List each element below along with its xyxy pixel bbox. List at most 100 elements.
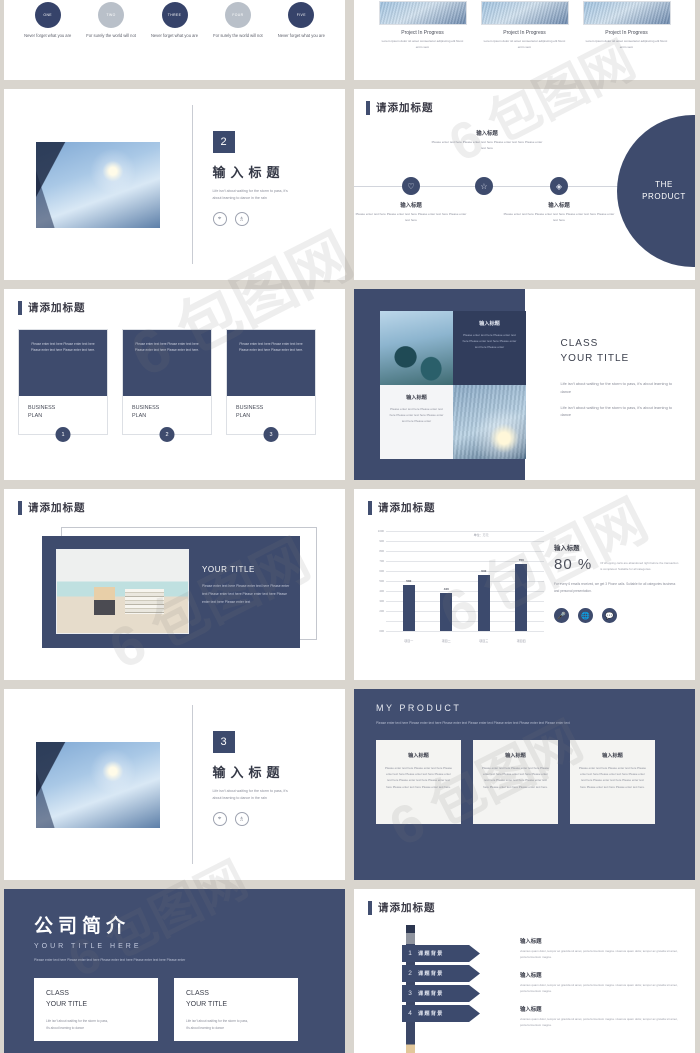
business-card-label-1: BUSINESS [28, 405, 56, 411]
company-card-line-2: YOUR TITLE [186, 1000, 228, 1008]
section-text-area: 2 输入标题 Life isn't about waiting for the … [193, 89, 345, 280]
business-card-row: Please enter text here Please enter text… [18, 329, 345, 442]
business-layout: 请添加标题 Please enter text here Please ente… [4, 289, 345, 442]
company-card-row: CLASS YOUR TITLE Life isn't about waitin… [34, 978, 345, 1042]
project-card[interactable]: Project In Progress Lorem ipsum dolor si… [378, 1, 467, 50]
circle-item[interactable]: TWO For surely the world will not [85, 2, 136, 40]
project-card[interactable]: Project In Progress Lorem ipsum dolor si… [582, 1, 671, 50]
chart-percent-row: 80 % Of shopping carts are abandoned rig… [554, 556, 681, 573]
myproduct-card[interactable]: 输入标题 Please enter text here Please enter… [570, 740, 655, 825]
section-line-2: about learning to dance in the rain [212, 796, 267, 801]
quad-grid: 输入标题 Please enter text here Please enter… [380, 311, 526, 459]
section-icon-row: ⌖ ♗ [212, 212, 345, 227]
circle-badge-label: ONE [43, 13, 52, 17]
slide-thumbnail-my-product[interactable]: MY PRODUCT Please enter text here Please… [354, 689, 695, 880]
circle-badge-label: THREE [167, 13, 182, 17]
company-card-body-2: it's about learning to dance [186, 1025, 224, 1030]
myproduct-lead: Please enter text here Please enter text… [376, 721, 570, 725]
slide-thumbnail-quad[interactable]: 输入标题 Please enter text here Please enter… [354, 289, 695, 480]
slide-thumbnail-circles[interactable]: ONE Never forget what you are TWO For su… [4, 0, 345, 80]
circle-item[interactable]: THREE Never forget what you are [149, 2, 200, 40]
section-number: 2 [212, 131, 235, 153]
quad-title: CLASS YOUR TITLE [561, 337, 674, 366]
myproduct-card[interactable]: 输入标题 Please enter text here Please enter… [473, 740, 558, 825]
y-tick-label: 1000 [377, 529, 384, 533]
bar-chart: 单位：万元 1000 900 800 700 600 500 400 300 2… [368, 527, 544, 647]
business-card[interactable]: Please enter text here Please enter text… [122, 329, 212, 442]
yourtitle-text: YOUR TITLE Please enter text here Please… [202, 565, 294, 606]
slide-header: 请添加标题 [18, 300, 345, 315]
slide-thumbnail-company-profile[interactable]: 公司简介 YOUR TITLE HERE Please enter text h… [4, 889, 345, 1053]
slide-thumbnail-projects[interactable]: Project In Progress Lorem ipsum dolor si… [354, 0, 695, 80]
bar-item: 530 [394, 579, 424, 631]
company-card[interactable]: CLASS YOUR TITLE Life isn't about waitin… [34, 978, 158, 1042]
business-card[interactable]: Please enter text here Please enter text… [18, 329, 108, 442]
circle-badge: THREE [161, 2, 188, 28]
bar-value-label: 440 [443, 587, 449, 591]
pencil-step-label: 课题背景 [418, 971, 444, 977]
y-tick-label: 900 [379, 539, 384, 543]
title-accent-bar [368, 900, 372, 915]
gridline [386, 541, 544, 542]
globe-icon[interactable]: 🌐 [578, 608, 593, 624]
business-card-top: Please enter text here Please enter text… [123, 330, 211, 396]
project-image [582, 1, 671, 25]
slide-thumbnail-section-two[interactable]: 2 输入标题 Life isn't about waiting for the … [4, 89, 345, 280]
circle-badge-label: FOUR [232, 13, 244, 17]
timeline-label-title: 输入标题 [548, 203, 570, 209]
circle-caption: For surely the world will not [86, 33, 136, 38]
circle-item[interactable]: FIVE Never forget what you are [276, 2, 327, 40]
business-card[interactable]: Please enter text here Please enter text… [226, 329, 316, 442]
timeline-label-title: 输入标题 [476, 131, 498, 137]
pencil-step-number: 4 [408, 1010, 412, 1017]
yourtitle-layout: 请添加标题 YOUR TITLE Please enter text here … [4, 489, 345, 648]
template-preview-page: ONE Never forget what you are TWO For su… [0, 0, 700, 1053]
star-icon[interactable]: ☆ [475, 177, 493, 195]
section-line-1: Life isn't about waiting for the storm t… [212, 789, 288, 793]
quad-cell-body: Please enter text here Please enter text… [462, 333, 517, 349]
slide-thumbnail-timeline[interactable]: 请添加标题 输入标题 Please enter text here Please… [354, 89, 695, 280]
chart-side-heading: 输入标题 [554, 545, 580, 552]
slide-thumbnail-section-three[interactable]: 3 输入标题 Life isn't about waiting for the … [4, 689, 345, 880]
microphone-icon[interactable]: 🎤 [554, 608, 569, 624]
company-card[interactable]: CLASS YOUR TITLE Life isn't about waitin… [174, 978, 298, 1042]
pencil-step[interactable]: 4 课题背景 [402, 1005, 480, 1022]
myproduct-card[interactable]: 输入标题 Please enter text here Please enter… [376, 740, 461, 825]
pencil-step[interactable]: 2 课题背景 [402, 965, 480, 982]
diamond-icon[interactable]: ◈ [550, 177, 568, 195]
chart-percent-note: Of shopping carts are abandoned right be… [600, 561, 679, 571]
chart-percent-value: 80 % [554, 556, 593, 573]
bar-item: 440 [431, 587, 461, 631]
quad-image-bottom-right [453, 385, 526, 459]
slide-thumbnail-chart[interactable]: 请添加标题 单位：万元 1000 900 800 700 600 500 400… [354, 489, 695, 680]
project-card[interactable]: Project In Progress Lorem ipsum dolor si… [480, 1, 569, 50]
circle-item[interactable]: FOUR For surely the world will not [212, 2, 263, 40]
product-semicircle: THE PRODUCT [617, 115, 695, 267]
slide-title: 请添加标题 [28, 302, 86, 314]
circle-item[interactable]: ONE Never forget what you are [22, 2, 73, 40]
slide-thumbnail-business-plan[interactable]: 请添加标题 Please enter text here Please ente… [4, 289, 345, 480]
circle-caption: Never forget what you are [150, 33, 199, 38]
quad-title-line-1: CLASS [560, 338, 599, 349]
myproduct-heading: MY PRODUCT [376, 703, 462, 713]
section-title: 输入标题 [212, 765, 285, 780]
business-card-top: Please enter text here Please enter text… [227, 330, 315, 396]
slide-thumbnail-your-title[interactable]: 请添加标题 YOUR TITLE Please enter text here … [4, 489, 345, 680]
chat-icon[interactable]: 💬 [602, 608, 617, 624]
location-icon: ⌖ [212, 212, 227, 227]
company-card-line-1: CLASS [46, 990, 69, 998]
company-card-line-1: CLASS [186, 990, 209, 998]
business-card-label-2: PLAN [236, 413, 251, 420]
pencil-step[interactable]: 3 课题背景 [402, 985, 480, 1002]
y-tick-label: 600 [379, 569, 384, 573]
slide-thumbnail-pencil-steps[interactable]: 请添加标题 1 课题背景 2 课题背景 3 课题背景 4 课题背景 输入标题 v… [354, 889, 695, 1053]
business-card-label-1: BUSINESS [132, 405, 160, 411]
circle-badge: FOUR [224, 2, 251, 28]
business-card-body: Please enter text here Please enter text… [238, 342, 304, 353]
pencil-step[interactable]: 1 课题背景 [402, 945, 480, 962]
business-card-number: 2 [159, 427, 175, 442]
gridline [386, 631, 544, 632]
heart-icon[interactable]: ♡ [402, 177, 420, 195]
bar-item: 640 [469, 569, 499, 631]
y-axis: 1000 900 800 700 600 500 400 300 200 000 [368, 527, 386, 633]
